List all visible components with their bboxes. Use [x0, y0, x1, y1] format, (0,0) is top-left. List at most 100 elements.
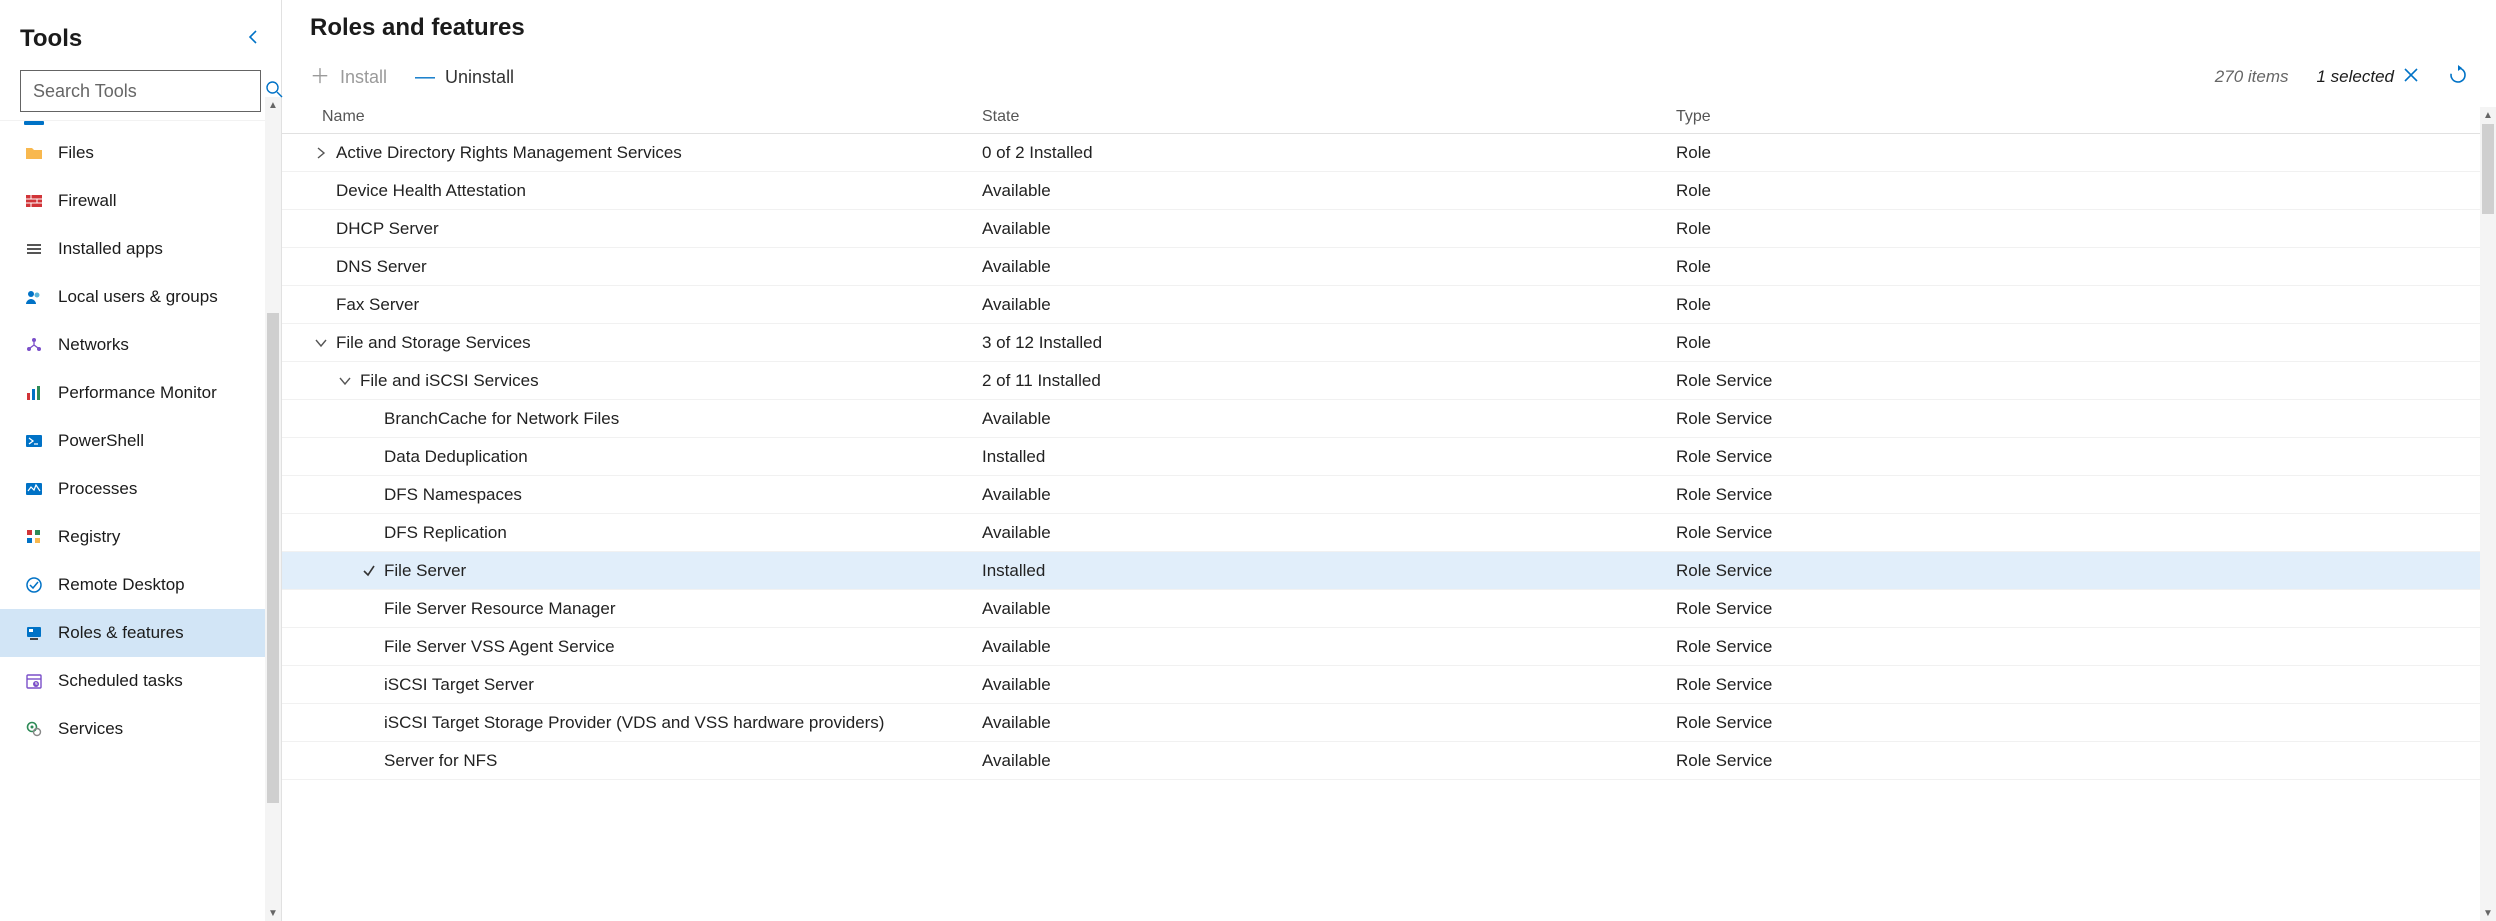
- table-row[interactable]: Fax ServerAvailableRole: [282, 286, 2496, 324]
- sidebar-item-label: Networks: [58, 335, 129, 355]
- cell-name: File and iSCSI Services: [282, 371, 982, 391]
- table-header: Name State Type: [282, 100, 2496, 134]
- scrollbar-thumb[interactable]: [2482, 124, 2494, 214]
- cell-state: Available: [982, 637, 1676, 657]
- sidebar-item-installed-apps[interactable]: Installed apps: [0, 225, 281, 273]
- table-row[interactable]: iSCSI Target Storage Provider (VDS and V…: [282, 704, 2496, 742]
- tools-sidebar: Tools FilesFirewallInstalled appsLocal u…: [0, 0, 282, 921]
- install-button[interactable]: ＋ Install: [296, 61, 401, 94]
- cell-state: Installed: [982, 561, 1676, 581]
- sidebar-item-scheduled-tasks[interactable]: Scheduled tasks: [0, 657, 281, 705]
- table-row[interactable]: Device Health AttestationAvailableRole: [282, 172, 2496, 210]
- table-row[interactable]: File and Storage Services3 of 12 Install…: [282, 324, 2496, 362]
- sidebar-item-powershell[interactable]: PowerShell: [0, 417, 281, 465]
- row-name-text: DFS Namespaces: [384, 485, 522, 505]
- items-count: 270 items: [2215, 67, 2289, 87]
- scroll-down-icon[interactable]: ▼: [2480, 905, 2496, 921]
- registry-icon: [24, 527, 44, 547]
- uninstall-button[interactable]: — Uninstall: [401, 61, 528, 94]
- sidebar-item-roles-features[interactable]: Roles & features: [0, 609, 281, 657]
- table-row[interactable]: DFS ReplicationAvailableRole Service: [282, 514, 2496, 552]
- cell-type: Role Service: [1676, 409, 2478, 429]
- collapse-sidebar-icon[interactable]: [245, 29, 261, 50]
- table-body: Active Directory Rights Management Servi…: [282, 134, 2496, 921]
- scroll-up-icon[interactable]: ▲: [265, 97, 281, 113]
- install-label: Install: [340, 67, 387, 88]
- row-name-text: Server for NFS: [384, 751, 497, 771]
- column-header-name[interactable]: Name: [282, 108, 982, 126]
- row-name-text: Device Health Attestation: [336, 181, 526, 201]
- table-row[interactable]: Server for NFSAvailableRole Service: [282, 742, 2496, 780]
- refresh-icon[interactable]: [2448, 65, 2468, 90]
- cell-name: DHCP Server: [282, 219, 982, 239]
- cell-type: Role Service: [1676, 447, 2478, 467]
- partial-item-indicator: [24, 121, 44, 125]
- spacer-icon: [360, 448, 378, 466]
- sidebar-item-performance-monitor[interactable]: Performance Monitor: [0, 369, 281, 417]
- cell-type: Role Service: [1676, 561, 2478, 581]
- sidebar-item-services[interactable]: Services: [0, 705, 281, 753]
- chevron-down-icon[interactable]: [312, 334, 330, 352]
- cell-name: BranchCache for Network Files: [282, 409, 982, 429]
- row-name-text: DFS Replication: [384, 523, 507, 543]
- action-bar: ＋ Install — Uninstall 270 items 1 select…: [282, 54, 2496, 100]
- sidebar-scrollbar[interactable]: ▲ ▼: [265, 97, 281, 921]
- chevron-down-icon[interactable]: [336, 372, 354, 390]
- cell-name: iSCSI Target Storage Provider (VDS and V…: [282, 713, 982, 733]
- scrollbar-thumb[interactable]: [267, 313, 279, 803]
- search-input[interactable]: [33, 81, 265, 102]
- cell-name: Server for NFS: [282, 751, 982, 771]
- scroll-down-icon[interactable]: ▼: [265, 905, 281, 921]
- sidebar-item-local-users-groups[interactable]: Local users & groups: [0, 273, 281, 321]
- table-row[interactable]: File Server Resource ManagerAvailableRol…: [282, 590, 2496, 628]
- row-name-text: File Server VSS Agent Service: [384, 637, 615, 657]
- cell-type: Role: [1676, 257, 2478, 277]
- sidebar-item-registry[interactable]: Registry: [0, 513, 281, 561]
- table-row[interactable]: File ServerInstalledRole Service: [282, 552, 2496, 590]
- row-name-text: DNS Server: [336, 257, 427, 277]
- sidebar-item-label: Processes: [58, 479, 137, 499]
- table-row[interactable]: File Server VSS Agent ServiceAvailableRo…: [282, 628, 2496, 666]
- main-header: Roles and features: [282, 0, 2496, 54]
- spacer-icon: [312, 220, 330, 238]
- sidebar-item-label: Registry: [58, 527, 120, 547]
- cell-state: Available: [982, 219, 1676, 239]
- cell-name: File Server Resource Manager: [282, 599, 982, 619]
- main-panel: Roles and features ＋ Install — Uninstall…: [282, 0, 2496, 921]
- firewall-icon: [24, 191, 44, 211]
- sidebar-item-firewall[interactable]: Firewall: [0, 177, 281, 225]
- column-header-state[interactable]: State: [982, 108, 1676, 126]
- remote-icon: [24, 575, 44, 595]
- main-scrollbar[interactable]: ▲ ▼: [2480, 107, 2496, 921]
- table-row[interactable]: iSCSI Target ServerAvailableRole Service: [282, 666, 2496, 704]
- cell-type: Role Service: [1676, 713, 2478, 733]
- scroll-up-icon[interactable]: ▲: [2480, 107, 2496, 123]
- sidebar-item-label: Performance Monitor: [58, 383, 217, 403]
- sidebar-item-remote-desktop[interactable]: Remote Desktop: [0, 561, 281, 609]
- table-row[interactable]: Data DeduplicationInstalledRole Service: [282, 438, 2496, 476]
- table-row[interactable]: DNS ServerAvailableRole: [282, 248, 2496, 286]
- table-row[interactable]: DFS NamespacesAvailableRole Service: [282, 476, 2496, 514]
- spacer-icon: [360, 752, 378, 770]
- chevron-right-icon[interactable]: [312, 144, 330, 162]
- table-row[interactable]: Active Directory Rights Management Servi…: [282, 134, 2496, 172]
- table-row[interactable]: DHCP ServerAvailableRole: [282, 210, 2496, 248]
- column-header-type[interactable]: Type: [1676, 108, 2478, 126]
- row-name-text: iSCSI Target Storage Provider (VDS and V…: [384, 713, 884, 733]
- spacer-icon: [360, 714, 378, 732]
- sidebar-item-processes[interactable]: Processes: [0, 465, 281, 513]
- clear-selection-icon[interactable]: [2402, 66, 2420, 89]
- cell-type: Role: [1676, 143, 2478, 163]
- table-row[interactable]: File and iSCSI Services2 of 11 Installed…: [282, 362, 2496, 400]
- sidebar-item-networks[interactable]: Networks: [0, 321, 281, 369]
- cell-state: Available: [982, 409, 1676, 429]
- sidebar-item-files[interactable]: Files: [0, 129, 281, 177]
- cell-name: Device Health Attestation: [282, 181, 982, 201]
- sidebar-title: Tools: [20, 25, 82, 53]
- spacer-icon: [360, 410, 378, 428]
- sidebar-item-label: Roles & features: [58, 623, 184, 643]
- cell-state: Available: [982, 713, 1676, 733]
- search-box[interactable]: [20, 70, 261, 112]
- cell-state: 0 of 2 Installed: [982, 143, 1676, 163]
- table-row[interactable]: BranchCache for Network FilesAvailableRo…: [282, 400, 2496, 438]
